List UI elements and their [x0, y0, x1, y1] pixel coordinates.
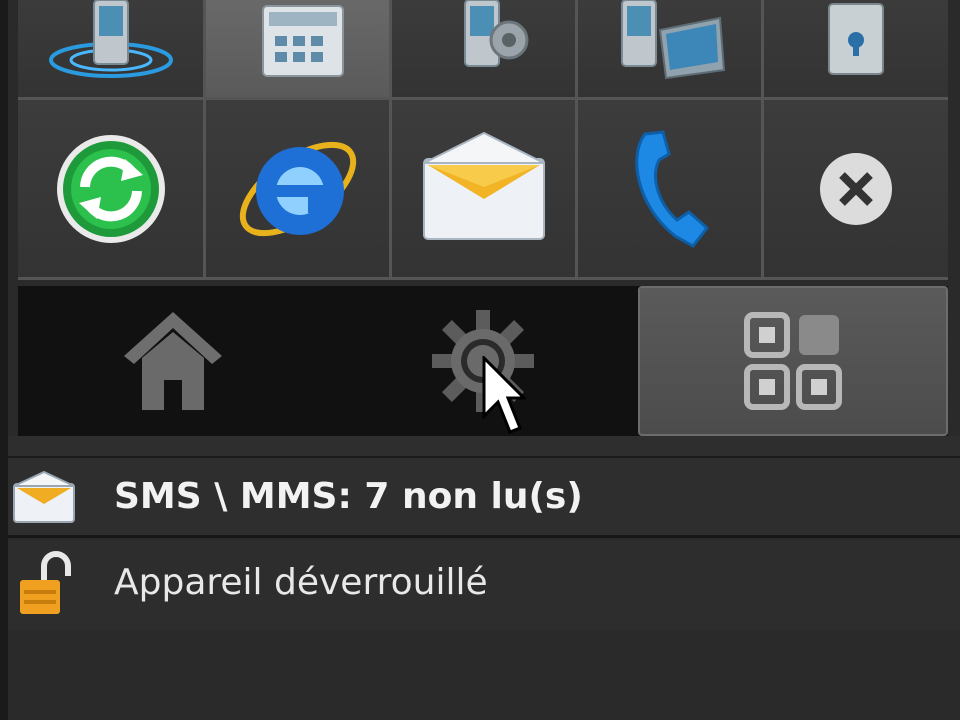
- device-lock-icon: [828, 2, 884, 75]
- internet-explorer-icon: [239, 141, 356, 236]
- notification-sms[interactable]: SMS \ MMS: 7 non lu(s): [8, 458, 960, 538]
- phone-settings-icon: [463, 0, 528, 67]
- shortcut-internet-explorer[interactable]: [206, 100, 392, 280]
- shortcut-close[interactable]: [764, 100, 948, 280]
- phone-handset-icon: [634, 129, 709, 248]
- shortcut-calendar[interactable]: [206, 0, 392, 100]
- phone-calendar-icon: [261, 4, 344, 77]
- close-x-icon: [820, 152, 892, 225]
- today-screen: SMS \ MMS: 7 non lu(s) Appareil déverrou…: [0, 0, 960, 720]
- shortcut-lock[interactable]: [764, 0, 948, 100]
- left-border: [0, 0, 8, 720]
- home-icon: [124, 312, 222, 410]
- shortcut-grid: [18, 0, 948, 280]
- lock-notification-text: Appareil déverrouillé: [114, 561, 488, 603]
- envelope-icon: [12, 465, 76, 529]
- unlocked-padlock-icon: [12, 551, 76, 617]
- notification-device-lock[interactable]: Appareil déverrouillé: [8, 540, 960, 630]
- shortcut-phone[interactable]: [578, 100, 764, 280]
- shortcut-wireless[interactable]: [18, 0, 206, 100]
- sms-notification-text: SMS \ MMS: 7 non lu(s): [114, 476, 583, 517]
- shortcut-activesync[interactable]: [18, 100, 206, 280]
- shortcut-sync[interactable]: [578, 0, 764, 100]
- sync-green-icon: [56, 134, 165, 243]
- phone-wireless-icon: [48, 0, 173, 78]
- mail-envelope-icon: [422, 131, 545, 240]
- tab-apps[interactable]: [638, 286, 948, 436]
- section-divider: [8, 436, 960, 458]
- apps-grid-icon: [744, 312, 842, 410]
- tab-settings[interactable]: [328, 286, 638, 436]
- phone-sync-icon: [620, 0, 725, 79]
- shortcut-messaging[interactable]: [392, 100, 578, 280]
- settings-gear-icon: [432, 310, 534, 412]
- shortcut-settings[interactable]: [392, 0, 578, 100]
- tab-home[interactable]: [18, 286, 328, 436]
- tab-bar: [18, 286, 948, 436]
